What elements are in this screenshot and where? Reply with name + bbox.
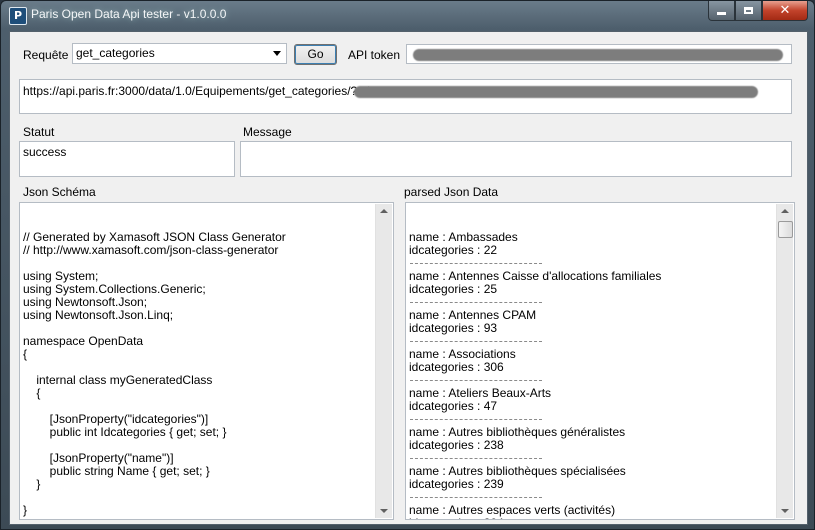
- list-item-id: idcategories : 306: [409, 360, 504, 374]
- code-line: namespace OpenData: [23, 334, 144, 348]
- code-line: // http://www.xamasoft.com/json-class-ge…: [23, 243, 279, 257]
- code-line: public int Idcategories { get; set; }: [23, 425, 227, 439]
- list-item-id: idcategories : 25: [409, 282, 498, 296]
- chevron-down-icon[interactable]: [273, 51, 281, 56]
- minimize-button[interactable]: [708, 1, 735, 21]
- status-value: success: [23, 145, 67, 159]
- request-select-value: get_categories: [76, 46, 155, 60]
- code-line: }: [23, 503, 28, 517]
- minimize-icon: [717, 12, 726, 15]
- code-line: }: [23, 477, 41, 491]
- parsed-label: parsed Json Data: [404, 185, 499, 199]
- app-icon: P: [9, 7, 27, 25]
- list-item-id: idcategories : 238: [409, 438, 504, 452]
- list-separator: [409, 335, 791, 348]
- schema-textarea[interactable]: // Generated by Xamasoft JSON Class Gene…: [19, 202, 394, 520]
- scroll-thumb[interactable]: [778, 221, 793, 238]
- status-field[interactable]: success: [19, 141, 235, 177]
- message-label: Message: [243, 125, 292, 139]
- list-separator: [409, 257, 791, 270]
- list-item-id: idcategories : 22: [409, 243, 498, 257]
- window-title: Paris Open Data Api tester - v1.0.0.0: [31, 7, 227, 21]
- list-separator: [409, 374, 791, 387]
- list-separator: [409, 413, 791, 426]
- parsed-scrollbar[interactable]: [776, 204, 793, 518]
- list-item-id: idcategories : 304: [409, 517, 791, 520]
- code-line: using Newtonsoft.Json.Linq;: [23, 308, 174, 322]
- app-window: P Paris Open Data Api tester - v1.0.0.0 …: [0, 0, 815, 530]
- list-item-id: idcategories : 93: [409, 321, 498, 335]
- go-button[interactable]: Go: [294, 44, 337, 65]
- code-line: {: [23, 386, 41, 400]
- list-separator: [409, 491, 791, 504]
- message-field[interactable]: [240, 141, 792, 177]
- list-separator: [409, 296, 791, 309]
- title-bar[interactable]: P Paris Open Data Api tester - v1.0.0.0 …: [1, 1, 814, 29]
- url-text: https://api.paris.fr:3000/data/1.0/Equip…: [23, 84, 394, 98]
- redacted-token: [413, 49, 783, 61]
- request-label: Requête: [23, 48, 69, 62]
- redacted-url-token: [354, 86, 758, 98]
- scroll-down-icon[interactable]: [781, 509, 789, 513]
- api-token-label: API token: [348, 48, 401, 62]
- status-label: Statut: [23, 125, 55, 139]
- list-separator: [409, 452, 791, 465]
- schema-scrollbar[interactable]: [375, 204, 392, 518]
- code-line: {: [23, 347, 28, 361]
- url-field[interactable]: https://api.paris.fr:3000/data/1.0/Equip…: [19, 79, 792, 114]
- request-select[interactable]: get_categories: [72, 43, 287, 64]
- maximize-button[interactable]: [735, 1, 762, 21]
- scroll-down-icon[interactable]: [380, 509, 388, 513]
- parsed-textarea[interactable]: name : Ambassades idcategories : 22 name :…: [405, 202, 795, 520]
- list-item-id: idcategories : 47: [409, 399, 498, 413]
- code-line: internal class myGeneratedClass: [23, 373, 213, 387]
- scroll-up-icon[interactable]: [781, 209, 789, 213]
- scroll-up-icon[interactable]: [380, 209, 388, 213]
- list-item-id: idcategories : 239: [409, 477, 504, 491]
- close-icon: ✕: [779, 3, 791, 18]
- close-button[interactable]: ✕: [762, 1, 808, 21]
- main-panel: Requête get_categories Go API token http…: [9, 31, 808, 525]
- schema-label: Json Schéma: [23, 185, 96, 199]
- maximize-icon: [744, 7, 753, 14]
- code-line: public string Name { get; set; }: [23, 464, 210, 478]
- api-token-field[interactable]: [406, 44, 792, 64]
- schema-code: // Generated by Xamasoft JSON Class Gene…: [23, 231, 390, 517]
- parsed-list: name : Ambassades idcategories : 22 name :…: [409, 231, 791, 520]
